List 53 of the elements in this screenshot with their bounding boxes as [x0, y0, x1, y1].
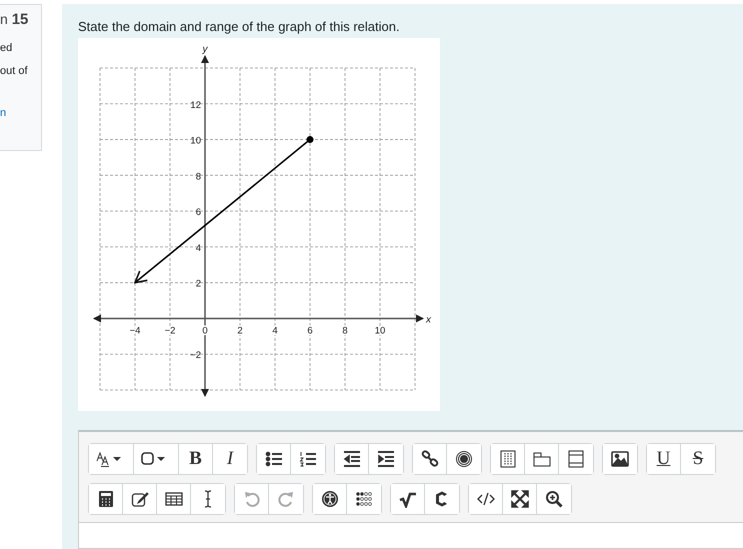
underline-button[interactable]: U: [647, 444, 681, 474]
code-icon: [476, 490, 494, 508]
braille-icon: [355, 490, 373, 508]
y-tick-label: 12: [190, 100, 201, 111]
question-number: n 15: [0, 11, 30, 28]
y-tick-label: 6: [196, 207, 201, 218]
bullets-button[interactable]: [257, 444, 291, 474]
fullscreen-icon: [510, 490, 528, 508]
outdent-icon: [342, 450, 360, 468]
status-text: out of: [0, 65, 29, 77]
sqrt-button[interactable]: [391, 484, 425, 514]
square-root-icon: [398, 490, 416, 508]
y-tick-label: 2: [196, 278, 201, 290]
image-icon: [611, 450, 629, 468]
redo-icon: [277, 490, 295, 508]
panel-icon: [567, 450, 585, 468]
undo-icon: [242, 490, 260, 508]
y-tick-label: −2: [190, 350, 201, 362]
record-icon: [455, 450, 473, 468]
endpoint-dot: [306, 136, 314, 144]
x-tick-label: 6: [307, 325, 313, 336]
y-tick-label: 10: [190, 136, 201, 147]
x-axis-label: x: [426, 314, 431, 326]
indent-icon: [377, 450, 395, 468]
font-color-button[interactable]: [89, 444, 134, 474]
x-tick-label: 2: [237, 325, 243, 336]
status-text: ed: [0, 42, 14, 54]
outdent-button[interactable]: [335, 444, 369, 474]
bullet-list-icon: [264, 450, 282, 468]
x-tick-label: 4: [272, 325, 278, 336]
question-text: State the domain and range of the graph of this relation.: [78, 19, 401, 34]
x-tick-label: −2: [164, 325, 176, 336]
grid-icon: [498, 450, 516, 468]
numbered-list-icon: [299, 450, 317, 468]
y-tick-label: 8: [196, 171, 201, 182]
x-tick-label: −4: [130, 325, 140, 336]
calculator-icon: [96, 490, 114, 508]
table-icon: [164, 490, 182, 508]
x-tick-label: 8: [342, 325, 348, 336]
flag-link[interactable]: n: [0, 107, 41, 119]
link-button[interactable]: [413, 444, 447, 474]
accessibility-icon: [320, 490, 338, 508]
grid-button[interactable]: [491, 444, 525, 474]
tabs-icon: [532, 450, 550, 468]
link-icon: [420, 450, 438, 468]
x-tick-label: 10: [374, 325, 386, 336]
accessibility-button[interactable]: [313, 484, 347, 514]
calculator-button[interactable]: [89, 484, 123, 514]
y-tick-label: 4: [196, 242, 201, 254]
zoom-in-icon: [545, 490, 563, 508]
edit-icon: [130, 490, 148, 508]
code-button[interactable]: [469, 484, 503, 514]
y-axis-label: y: [202, 44, 208, 55]
